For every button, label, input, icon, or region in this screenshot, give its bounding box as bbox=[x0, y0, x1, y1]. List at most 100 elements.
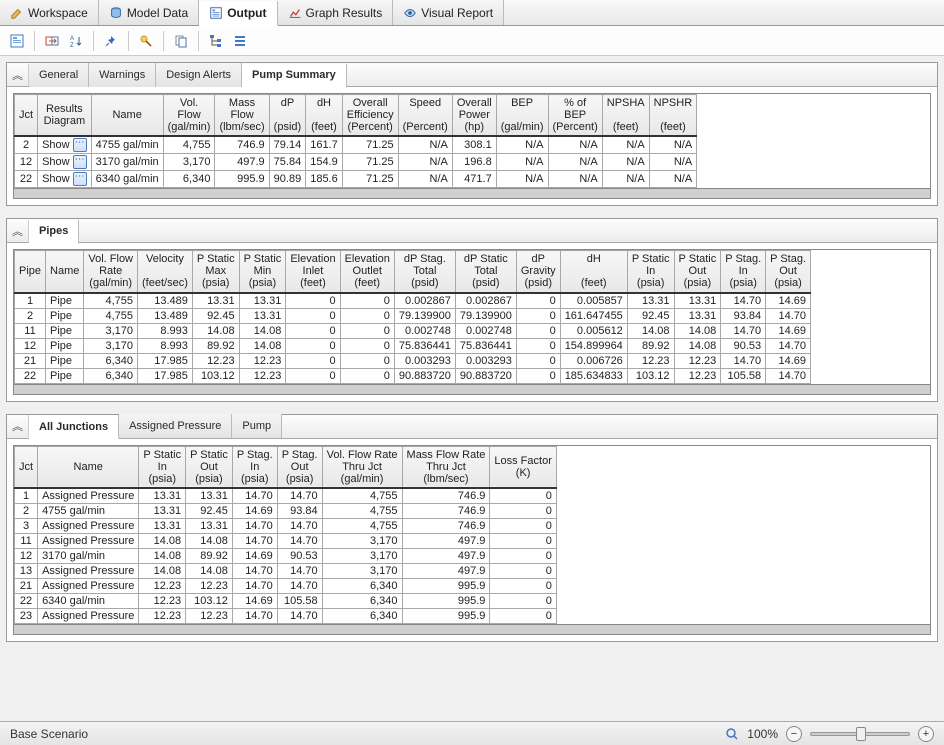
table-row[interactable]: 1Assigned Pressure13.3113.3114.7014.704,… bbox=[15, 488, 557, 504]
table-row[interactable]: 2Show 4755 gal/min4,755746.979.14161.771… bbox=[15, 136, 697, 154]
table-row[interactable]: 24755 gal/min13.3192.4514.6993.844,75574… bbox=[15, 503, 557, 518]
column-header[interactable]: Loss Factor(K) bbox=[490, 446, 556, 488]
table-row[interactable]: 226340 gal/min12.23103.1214.69105.586,34… bbox=[15, 593, 557, 608]
column-header[interactable]: OverallEfficiency(Percent) bbox=[342, 95, 398, 137]
table-row[interactable]: 2Pipe4,75513.48992.4513.310079.13990079.… bbox=[15, 308, 811, 323]
column-header[interactable]: dH(feet) bbox=[306, 95, 343, 137]
column-header[interactable]: dPGravity(psid) bbox=[516, 251, 560, 293]
zoom-out-button[interactable]: − bbox=[786, 726, 802, 742]
column-header[interactable]: P Stag.In(psia) bbox=[232, 446, 277, 488]
collapse-button[interactable]: ︽ bbox=[7, 220, 29, 242]
ellipsis-button[interactable] bbox=[73, 155, 87, 169]
column-header[interactable]: Vol. FlowRate(gal/min) bbox=[84, 251, 138, 293]
table-row[interactable]: 21Assigned Pressure12.2312.2314.7014.706… bbox=[15, 578, 557, 593]
column-header[interactable]: dP Stag.Total(psid) bbox=[394, 251, 455, 293]
cell: 0 bbox=[490, 578, 556, 593]
column-header[interactable]: Vol. Flow RateThru Jct(gal/min) bbox=[322, 446, 402, 488]
column-header[interactable]: Name bbox=[38, 446, 139, 488]
column-header[interactable]: Name bbox=[91, 95, 163, 137]
table-row[interactable]: 12Pipe3,1708.99389.9214.080075.83644175.… bbox=[15, 338, 811, 353]
column-header[interactable]: OverallPower(hp) bbox=[452, 95, 496, 137]
tab-model-data[interactable]: Model Data bbox=[99, 0, 199, 25]
column-header[interactable]: Vol.Flow(gal/min) bbox=[163, 95, 215, 137]
tab-assigned-pressure[interactable]: Assigned Pressure bbox=[119, 414, 232, 438]
column-header[interactable]: P StaticMax(psia) bbox=[192, 251, 239, 293]
ellipsis-button[interactable] bbox=[73, 138, 87, 152]
collapse-button[interactable]: ︽ bbox=[7, 415, 29, 437]
tab-general[interactable]: General bbox=[29, 63, 89, 87]
column-header[interactable]: NPSHA(feet) bbox=[602, 95, 649, 137]
toolbar-sort-button[interactable]: AZ bbox=[65, 30, 87, 52]
column-header[interactable]: ElevationOutlet(feet) bbox=[340, 251, 394, 293]
column-header[interactable]: Pipe bbox=[15, 251, 46, 293]
table-row[interactable]: 123170 gal/min14.0889.9214.6990.533,1704… bbox=[15, 548, 557, 563]
cell-diagram[interactable]: Show bbox=[38, 171, 92, 188]
tab-workspace[interactable]: Workspace bbox=[0, 0, 99, 25]
toolbar-list-button[interactable] bbox=[229, 30, 251, 52]
pipes-grid[interactable]: PipeNameVol. FlowRate(gal/min)Velocity(f… bbox=[13, 249, 931, 394]
table-row[interactable]: 22Show 6340 gal/min6,340995.990.89185.67… bbox=[15, 171, 697, 188]
column-header[interactable]: P StaticIn(psia) bbox=[627, 251, 674, 293]
column-header[interactable]: % ofBEP(Percent) bbox=[548, 95, 602, 137]
junctions-grid[interactable]: JctNameP StaticIn(psia)P StaticOut(psia)… bbox=[13, 445, 931, 635]
toolbar-pin-button[interactable] bbox=[100, 30, 122, 52]
tab-output[interactable]: Output bbox=[199, 1, 277, 26]
zoom-in-button[interactable]: + bbox=[918, 726, 934, 742]
tab-visual-report[interactable]: Visual Report bbox=[393, 0, 504, 25]
tab-graph-results[interactable]: Graph Results bbox=[278, 0, 394, 25]
tab-warnings[interactable]: Warnings bbox=[89, 63, 156, 87]
column-header[interactable]: P StaticOut(psia) bbox=[674, 251, 721, 293]
ellipsis-button[interactable] bbox=[73, 172, 87, 186]
pin-icon bbox=[104, 34, 118, 48]
column-header[interactable]: Mass Flow RateThru Jct(lbm/sec) bbox=[402, 446, 490, 488]
toolbar-wizard-button[interactable] bbox=[135, 30, 157, 52]
pump-summary-grid[interactable]: JctResultsDiagramNameVol.Flow(gal/min)Ma… bbox=[13, 93, 931, 199]
table-row[interactable]: 11Pipe3,1708.99314.0814.08000.0027480.00… bbox=[15, 323, 811, 338]
column-header[interactable]: P StaticMin(psia) bbox=[239, 251, 286, 293]
column-header[interactable]: Jct bbox=[15, 95, 38, 137]
column-header[interactable]: MassFlow(lbm/sec) bbox=[215, 95, 269, 137]
table-row[interactable]: 22Pipe6,34017.985103.1212.230090.8837209… bbox=[15, 368, 811, 383]
toolbar-transfer-button[interactable] bbox=[41, 30, 63, 52]
collapse-button[interactable]: ︽ bbox=[7, 64, 29, 86]
table-row[interactable]: 3Assigned Pressure13.3113.3114.7014.704,… bbox=[15, 518, 557, 533]
column-header[interactable]: P Stag.Out(psia) bbox=[766, 251, 811, 293]
cell-diagram[interactable]: Show bbox=[38, 154, 92, 171]
column-header[interactable]: P StaticOut(psia) bbox=[186, 446, 233, 488]
column-header[interactable]: P Stag.In(psia) bbox=[721, 251, 766, 293]
column-header[interactable]: Name bbox=[46, 251, 84, 293]
column-header[interactable]: P StaticIn(psia) bbox=[139, 446, 186, 488]
table-row[interactable]: 11Assigned Pressure14.0814.0814.7014.703… bbox=[15, 533, 557, 548]
column-header[interactable]: dP(psid) bbox=[269, 95, 306, 137]
cell: 0 bbox=[490, 593, 556, 608]
tab-design-alerts[interactable]: Design Alerts bbox=[156, 63, 242, 87]
column-header[interactable]: Velocity(feet/sec) bbox=[138, 251, 193, 293]
table-row[interactable]: 1Pipe4,75513.48913.3113.31000.0028670.00… bbox=[15, 293, 811, 309]
table-row[interactable]: 12Show 3170 gal/min3,170497.975.84154.97… bbox=[15, 154, 697, 171]
tab-pipes[interactable]: Pipes bbox=[29, 220, 79, 244]
zoom-slider-thumb[interactable] bbox=[856, 727, 866, 741]
column-header[interactable]: P Stag.Out(psia) bbox=[277, 446, 322, 488]
tab-pump[interactable]: Pump bbox=[232, 414, 282, 438]
toolbar-tree-button[interactable] bbox=[205, 30, 227, 52]
toolbar-options-button[interactable] bbox=[6, 30, 28, 52]
table-row[interactable]: 13Assigned Pressure14.0814.0814.7014.703… bbox=[15, 563, 557, 578]
column-header[interactable]: dH(feet) bbox=[560, 251, 627, 293]
cell: 14.08 bbox=[674, 323, 721, 338]
tab-all-junctions[interactable]: All Junctions bbox=[29, 415, 119, 439]
table-row[interactable]: 21Pipe6,34017.98512.2312.23000.0032930.0… bbox=[15, 353, 811, 368]
column-header[interactable]: Jct bbox=[15, 446, 38, 488]
toolbar-copy-button[interactable] bbox=[170, 30, 192, 52]
column-header[interactable]: Speed(Percent) bbox=[398, 95, 452, 137]
column-header[interactable]: dP StaticTotal(psid) bbox=[455, 251, 516, 293]
status-bar: Base Scenario 100% − + bbox=[0, 721, 944, 745]
column-header[interactable]: NPSHR(feet) bbox=[649, 95, 697, 137]
column-header[interactable]: BEP(gal/min) bbox=[496, 95, 548, 137]
tab-pump-summary[interactable]: Pump Summary bbox=[242, 64, 347, 88]
column-header[interactable]: ElevationInlet(feet) bbox=[286, 251, 340, 293]
cell: 0.003293 bbox=[455, 353, 516, 368]
column-header[interactable]: ResultsDiagram bbox=[38, 95, 92, 137]
table-row[interactable]: 23Assigned Pressure12.2312.2314.7014.706… bbox=[15, 608, 557, 623]
cell-diagram[interactable]: Show bbox=[38, 136, 92, 154]
zoom-slider[interactable] bbox=[810, 732, 910, 736]
